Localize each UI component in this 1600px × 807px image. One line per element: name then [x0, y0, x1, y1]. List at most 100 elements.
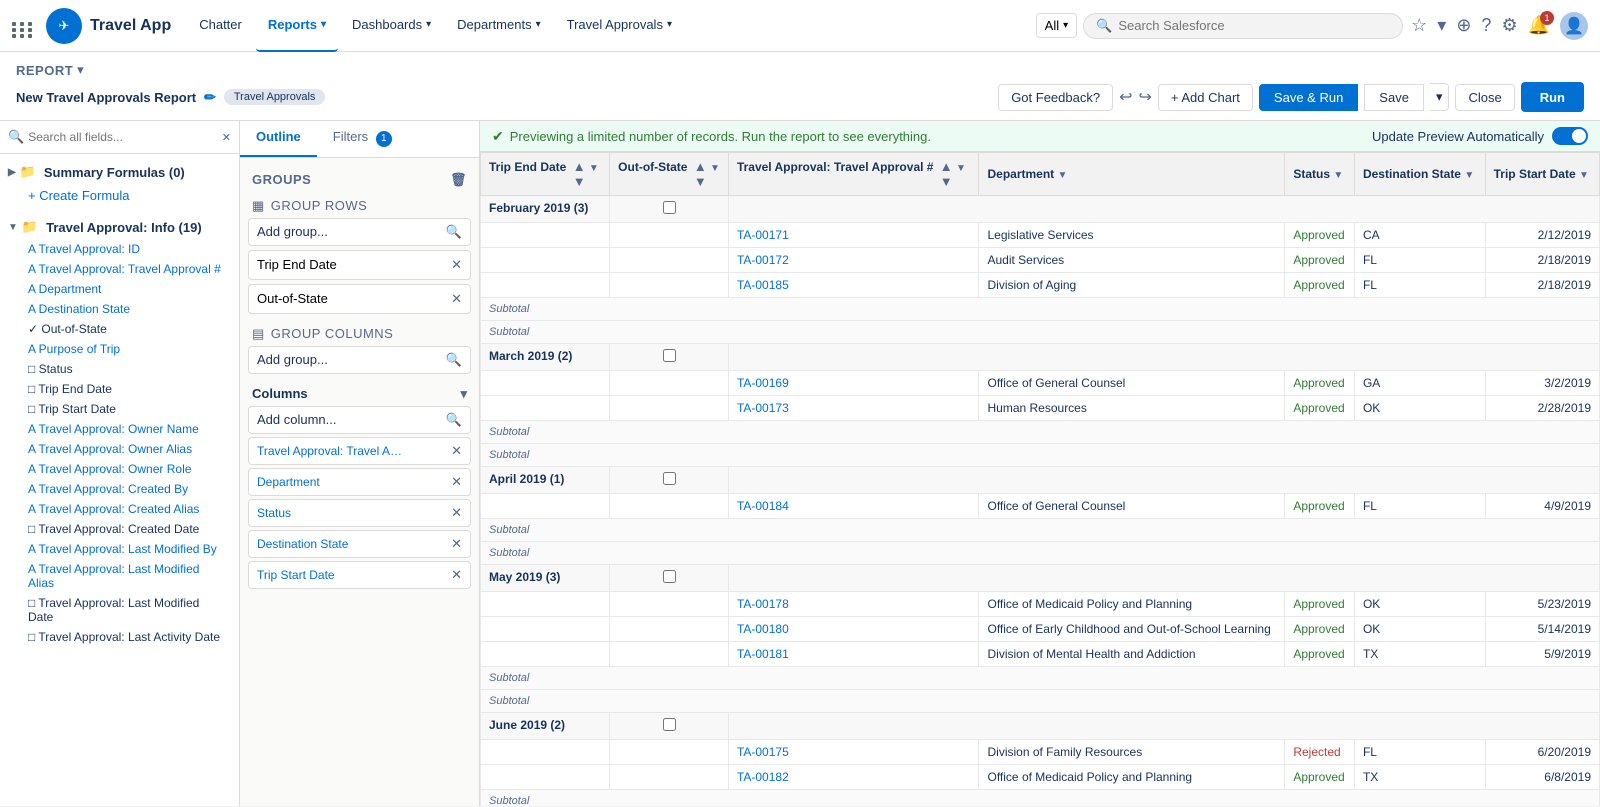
table-row: TA-00171 Legislative Services Approved C…	[481, 223, 1600, 248]
add-icon[interactable]: ⊕	[1456, 15, 1471, 36]
summary-formulas-header[interactable]: ▶ 📁 Summary Formulas (0)	[8, 160, 231, 184]
favorites-icon[interactable]: ☆	[1411, 15, 1427, 36]
app-launcher-icon[interactable]	[12, 14, 34, 38]
nav-reports[interactable]: Reports ▾	[256, 0, 338, 52]
cell-dest-state: FL	[1354, 248, 1485, 273]
cell-trip-start-date: 5/23/2019	[1485, 592, 1599, 617]
filter-trip-start-icon[interactable]: ▼	[1579, 170, 1589, 181]
filter-ta-num-icon[interactable]: ▼	[956, 163, 966, 174]
field-search-input[interactable]	[28, 130, 218, 144]
cell-dest-state: TX	[1354, 642, 1485, 667]
remove-col-dept-icon[interactable]: ✕	[451, 474, 462, 490]
add-column-search-icon: 🔍	[446, 412, 462, 428]
field-search-icon: 🔍	[8, 129, 24, 145]
cell-trip-start-date: 6/8/2019	[1485, 765, 1599, 790]
add-group-button[interactable]: Add group... 🔍	[248, 218, 471, 246]
col-header-trip-start-date[interactable]: Trip Start Date ▼	[1485, 153, 1599, 196]
filter-out-of-state-icon[interactable]: ▼	[710, 163, 720, 174]
field-owner-role[interactable]: A Travel Approval: Owner Role	[8, 459, 231, 479]
remove-out-of-state-icon[interactable]: ✕	[451, 291, 462, 307]
field-last-activity-date[interactable]: □ Travel Approval: Last Activity Date	[8, 627, 231, 647]
cell-department: Office of General Counsel	[979, 371, 1285, 396]
cell-trip-start-date: 6/20/2019	[1485, 740, 1599, 765]
col-header-travel-approval-num[interactable]: Travel Approval: Travel Approval # ▲▼ ▼	[728, 153, 979, 196]
group-checkbox[interactable]	[610, 713, 729, 740]
col-header-department[interactable]: Department ▼	[979, 153, 1285, 196]
col-header-destination-state[interactable]: Destination State ▼	[1354, 153, 1485, 196]
subtotal-row: Subtotal	[481, 790, 1600, 807]
add-chart-button[interactable]: + Add Chart	[1158, 84, 1253, 111]
filter-dest-state-icon[interactable]: ▼	[1464, 170, 1474, 181]
remove-col-ta-num-icon[interactable]: ✕	[451, 443, 462, 459]
field-trip-start-date[interactable]: □ Trip Start Date	[8, 399, 231, 419]
field-owner-alias[interactable]: A Travel Approval: Owner Alias	[8, 439, 231, 459]
nav-departments[interactable]: Departments ▾	[445, 0, 552, 52]
filter-status-icon[interactable]: ▼	[1333, 170, 1343, 181]
col-header-out-of-state[interactable]: Out-of-State ▲▼ ▼	[610, 153, 729, 196]
groups-delete-icon[interactable]: 🗑	[450, 172, 467, 188]
report-label-dropdown-icon[interactable]: ▾	[77, 62, 84, 78]
field-created-alias[interactable]: A Travel Approval: Created Alias	[8, 499, 231, 519]
save-and-run-button[interactable]: Save & Run	[1259, 84, 1358, 111]
field-travel-approval-number[interactable]: A Travel Approval: Travel Approval #	[8, 259, 231, 279]
group-checkbox[interactable]	[610, 565, 729, 592]
field-department[interactable]: A Department	[8, 279, 231, 299]
field-status[interactable]: □ Status	[8, 359, 231, 379]
col-header-trip-end-date[interactable]: Trip End Date ▲▼ ▼	[481, 153, 610, 196]
group-checkbox[interactable]	[610, 344, 729, 371]
cell-ta-num: TA-00173	[728, 396, 979, 421]
auto-update-toggle[interactable]	[1552, 127, 1588, 145]
field-last-modified-date[interactable]: □ Travel Approval: Last Modified Date	[8, 593, 231, 627]
field-last-modified-by[interactable]: A Travel Approval: Last Modified By	[8, 539, 231, 559]
search-icon: 🔍	[1096, 18, 1112, 34]
run-button[interactable]: Run	[1521, 82, 1584, 112]
field-search-clear-icon[interactable]: ✕	[222, 131, 231, 144]
field-created-by[interactable]: A Travel Approval: Created By	[8, 479, 231, 499]
group-checkbox[interactable]	[610, 196, 729, 223]
nav-travel-approvals[interactable]: Travel Approvals ▾	[555, 0, 684, 52]
col-header-status[interactable]: Status ▼	[1285, 153, 1355, 196]
field-travel-approval-id[interactable]: A Travel Approval: ID	[8, 239, 231, 259]
add-group-column-button[interactable]: Add group... 🔍	[248, 346, 471, 374]
save-dropdown-button[interactable]: ▾	[1430, 83, 1450, 111]
settings-icon[interactable]: ⚙	[1501, 15, 1517, 36]
favorites-dropdown-icon[interactable]: ▾	[1437, 15, 1446, 36]
group-subtotal-row: Subtotal	[481, 542, 1600, 565]
filter-trip-end-date-icon[interactable]: ▼	[589, 163, 599, 174]
create-formula-link[interactable]: + Create Formula	[8, 184, 231, 207]
redo-button[interactable]: ↪	[1138, 87, 1151, 107]
filter-dept-icon[interactable]: ▼	[1058, 170, 1068, 181]
got-feedback-button[interactable]: Got Feedback?	[998, 84, 1113, 111]
field-last-modified-alias[interactable]: A Travel Approval: Last Modified Alias	[8, 559, 231, 593]
tab-outline[interactable]: Outline	[240, 121, 317, 157]
columns-dropdown-icon[interactable]: ▾	[460, 386, 467, 402]
add-column-button[interactable]: Add column... 🔍	[248, 406, 471, 434]
close-button[interactable]: Close	[1455, 84, 1514, 111]
search-scope-selector[interactable]: All ▾	[1036, 13, 1077, 38]
save-button[interactable]: Save	[1364, 84, 1424, 111]
group-checkbox[interactable]	[610, 467, 729, 494]
report-header: REPORT ▾ New Travel Approvals Report ✏ T…	[0, 52, 1600, 121]
remove-trip-end-date-icon[interactable]: ✕	[451, 257, 462, 273]
field-created-date[interactable]: □ Travel Approval: Created Date	[8, 519, 231, 539]
notification-bell[interactable]: 🔔 1	[1528, 15, 1550, 36]
report-title-edit-icon[interactable]: ✏	[204, 89, 216, 106]
top-navigation: ✈ Travel App Chatter Reports ▾ Dashboard…	[0, 0, 1600, 52]
field-destination-state[interactable]: A Destination State	[8, 299, 231, 319]
user-avatar[interactable]: 👤	[1560, 12, 1588, 40]
remove-col-status-icon[interactable]: ✕	[451, 505, 462, 521]
remove-col-dest-state-icon[interactable]: ✕	[451, 536, 462, 552]
nav-dashboards[interactable]: Dashboards ▾	[340, 0, 443, 52]
field-purpose-of-trip[interactable]: A Purpose of Trip	[8, 339, 231, 359]
nav-chatter[interactable]: Chatter	[187, 0, 254, 52]
field-trip-end-date[interactable]: □ Trip End Date	[8, 379, 231, 399]
field-owner-name[interactable]: A Travel Approval: Owner Name	[8, 419, 231, 439]
help-icon[interactable]: ?	[1481, 15, 1491, 36]
travel-approval-group-header[interactable]: ▼ 📁 Travel Approval: Info (19)	[8, 215, 231, 239]
remove-col-trip-start-icon[interactable]: ✕	[451, 567, 462, 583]
group-columns-label: ▤ GROUP COLUMNS	[248, 322, 471, 346]
global-search-input[interactable]	[1118, 18, 1390, 33]
field-out-of-state[interactable]: ✓ Out-of-State	[8, 319, 231, 339]
tab-filters[interactable]: Filters 1	[317, 121, 408, 157]
undo-button[interactable]: ↩	[1119, 87, 1132, 107]
